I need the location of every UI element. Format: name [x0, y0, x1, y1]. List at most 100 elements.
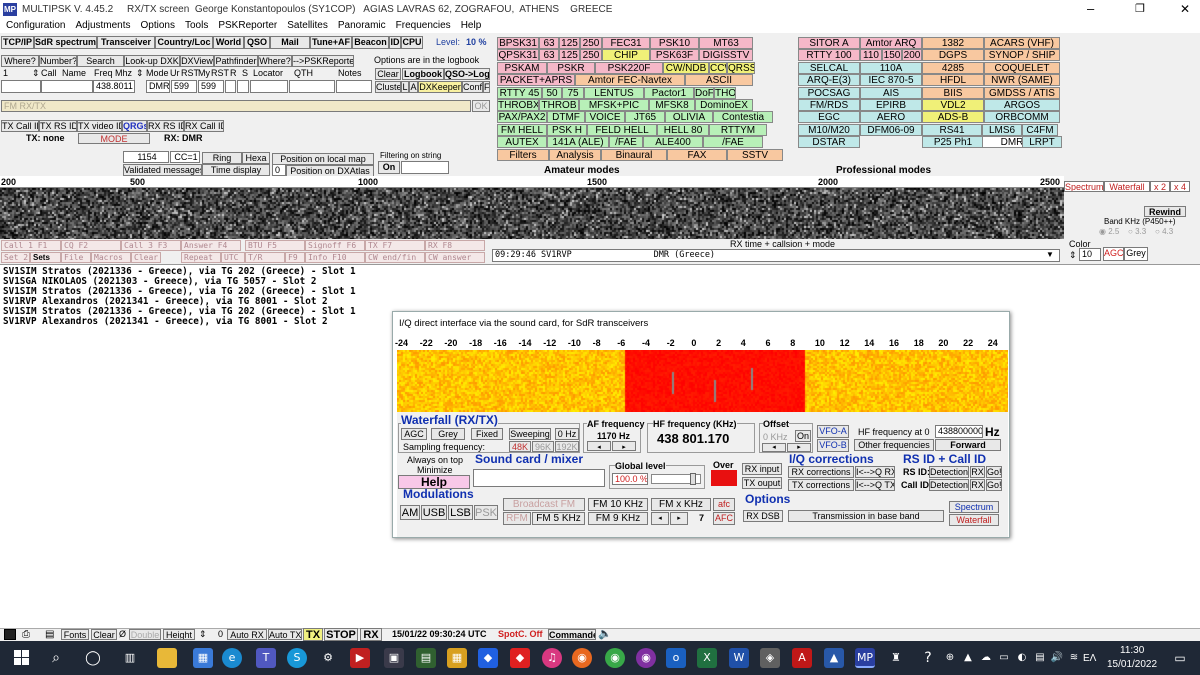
rs-go-button[interactable]: Go! [986, 466, 1002, 478]
tcpip-button[interactable]: TCP/IP [1, 36, 34, 49]
f-button[interactable]: F [483, 81, 490, 93]
settings-gear-icon[interactable]: ⚙ [318, 648, 338, 668]
app-icon-3[interactable]: ▤ [416, 648, 436, 668]
store-icon[interactable]: ▦ [193, 648, 213, 668]
fonts-button[interactable]: Fonts [61, 629, 89, 640]
outlook-icon[interactable]: o [666, 648, 686, 668]
speaker-icon[interactable]: 🔈 [598, 627, 612, 640]
teams-icon[interactable]: T [256, 648, 276, 668]
app-icon-5[interactable]: ◆ [510, 648, 530, 668]
fkey-button[interactable]: Signoff F6 [305, 240, 365, 251]
freq-field[interactable]: 438.8011 [93, 80, 135, 93]
page-icon[interactable]: ▤ [45, 629, 54, 640]
pro-mode-button[interactable]: SELCAL [798, 61, 860, 74]
task-view-icon[interactable]: ▥ [120, 648, 140, 668]
multipsk-task-icon[interactable]: MP [855, 648, 875, 668]
mode-button[interactable]: PSK63F [650, 49, 699, 62]
afc-button[interactable]: AFC [713, 512, 735, 525]
baseband-button[interactable]: Transmission in base band [788, 510, 944, 522]
mode-button[interactable]: FM HELL [497, 123, 547, 136]
mode-button[interactable]: THOR [714, 86, 736, 99]
callid-go-button[interactable]: Go! [986, 479, 1002, 491]
filter-on-button[interactable]: On [378, 161, 400, 174]
fkey2-button[interactable]: Macros [91, 252, 131, 263]
dxview-button[interactable]: DXView [180, 55, 214, 67]
menu-frequencies[interactable]: Frequencies [396, 20, 451, 31]
sampling-48k-button[interactable]: 48K [509, 441, 531, 452]
mode-button[interactable]: THROBX [497, 99, 539, 111]
validated-messages-button[interactable]: Validated messages [123, 164, 202, 176]
pro-mode-button[interactable]: EPIRB [860, 99, 922, 111]
qth-field[interactable] [289, 80, 335, 93]
pro-mode-button[interactable]: ORBCOMM [984, 111, 1060, 124]
mode-button[interactable]: /FAE [703, 136, 763, 149]
sdr-agc-button[interactable]: AGC [401, 428, 427, 440]
mode-button[interactable]: 75 [562, 86, 584, 99]
chrome-icon[interactable]: ◉ [605, 648, 625, 668]
mode-button[interactable]: CHIP [602, 49, 650, 62]
fkey-button[interactable]: RX F8 [425, 240, 485, 251]
pro-mode-button[interactable]: M10/M20 [798, 123, 860, 136]
fkey2-button[interactable]: Clear [131, 252, 161, 263]
search-button[interactable]: Search [77, 55, 124, 67]
country-loc-button[interactable]: Country/Loc [155, 36, 213, 49]
id-button[interactable]: ID [389, 36, 401, 49]
offset-right-button[interactable]: ▸ [787, 443, 811, 452]
mode-button[interactable]: FAX [667, 148, 727, 161]
rx-input-button[interactable]: RX input [742, 463, 782, 475]
fkey-button[interactable]: CQ F2 [61, 240, 121, 251]
mode-button[interactable]: OLIVIA [665, 111, 713, 124]
tray-icon-3[interactable]: ☁ [976, 648, 996, 668]
pro-mode-button[interactable]: DSTAR [798, 136, 860, 149]
fkey-button[interactable]: TX F7 [365, 240, 425, 251]
maximize-button[interactable]: ❐ [1135, 2, 1145, 15]
mode-button[interactable]: FELD HELL [587, 123, 657, 136]
rx-line-dropdown-icon[interactable]: ▼ [1046, 250, 1054, 259]
menu-satellites[interactable]: Satellites [287, 20, 328, 31]
pro-mode-button[interactable]: IEC 870-5 [860, 74, 922, 87]
rst-field[interactable]: 599 [171, 80, 197, 93]
hexa-button[interactable]: Hexa [242, 152, 270, 164]
offset-left-button[interactable]: ◂ [762, 443, 786, 452]
mode-button[interactable]: MFSK8 [649, 99, 695, 111]
fmx-left-button[interactable]: ◂ [651, 512, 669, 525]
fkey-button[interactable]: Call 3 F3 [121, 240, 181, 251]
mode-button[interactable]: Contestia [713, 111, 773, 124]
tray-icon-2[interactable]: ▲ [958, 648, 978, 668]
mode-button[interactable]: 250 [580, 49, 602, 62]
pro-mode-button[interactable]: GMDSS / ATIS [984, 86, 1060, 99]
pro-mode-button[interactable]: 150 [882, 49, 902, 62]
pro-mode-button[interactable]: 110 [860, 49, 882, 62]
tx-button[interactable]: TX [303, 628, 323, 641]
tray-icon-1[interactable]: ⊕ [940, 648, 960, 668]
mode-button[interactable]: JT65 [625, 111, 665, 124]
af-left-button[interactable]: ◂ [587, 441, 611, 451]
mode-button[interactable]: 63 [539, 49, 559, 62]
fmx-right-button[interactable]: ▸ [670, 512, 688, 525]
pro-mode-button[interactable]: SYNOP / SHIP [984, 49, 1060, 62]
l-button[interactable]: L [401, 81, 409, 93]
main-waterfall[interactable] [0, 188, 1064, 239]
offset-on-button[interactable]: On [795, 430, 811, 442]
mode-field[interactable]: DMR [146, 80, 170, 93]
mode-button[interactable]: Amtor FEC-Navtex [575, 74, 685, 87]
menu-adjustments[interactable]: Adjustments [75, 20, 130, 31]
tx-rs-id-button[interactable]: TX RS ID [39, 120, 77, 132]
fm10-button[interactable]: FM 10 KHz [588, 498, 648, 511]
pro-mode-button[interactable]: AERO [860, 111, 922, 124]
fkey-button[interactable]: Call 1 F1 [1, 240, 61, 251]
af-right-button[interactable]: ▸ [612, 441, 636, 451]
mode-button[interactable]: MODE [78, 133, 150, 144]
where-button[interactable]: Where? [1, 55, 39, 67]
start-icon[interactable] [14, 650, 30, 666]
fkey2-button[interactable]: CW answer [425, 252, 485, 263]
tray-icon-4[interactable]: ▭ [994, 648, 1014, 668]
a-button[interactable]: A [409, 81, 418, 93]
pro-mode-button[interactable]: SITOR A [798, 37, 860, 49]
callid-rx-button[interactable]: RX [970, 479, 985, 491]
tx-call-id-button[interactable]: TX Call ID [1, 120, 39, 132]
pro-mode-button[interactable]: DGPS [922, 49, 984, 62]
clear-log-button[interactable]: Clear [375, 68, 401, 80]
mode-button[interactable]: ASCII [685, 74, 753, 87]
rfm-button[interactable]: RFM [503, 512, 531, 525]
